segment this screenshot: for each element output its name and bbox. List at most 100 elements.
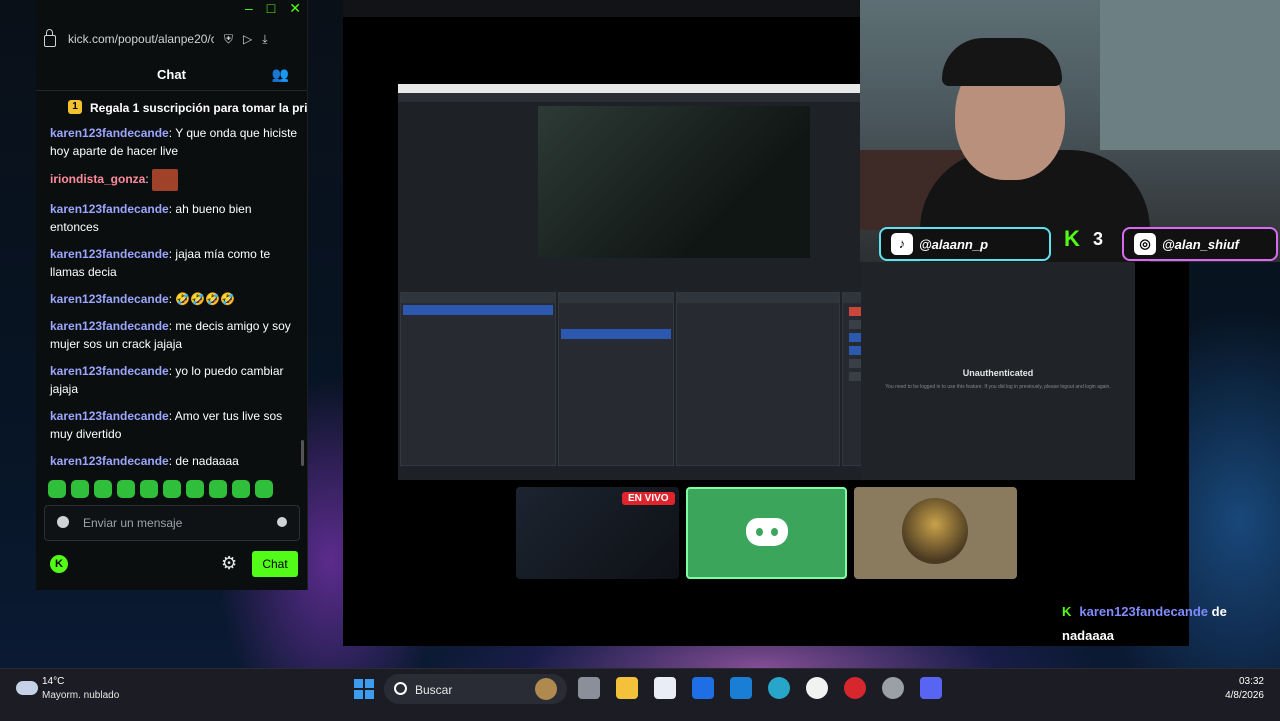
username[interactable]: karen123fandecande (50, 126, 169, 140)
chat-scrollbar[interactable] (301, 440, 304, 466)
obs-audio-mixer-dock (676, 292, 840, 466)
obs-preview-canvas (538, 106, 810, 258)
live-badge: EN VIVO (622, 492, 675, 505)
url-text[interactable]: kick.com/popout/alanpe20/chat (68, 32, 214, 46)
tiktok-handle: @alaann_p (919, 236, 989, 252)
search-highlight-icon (535, 678, 557, 700)
edge-icon[interactable] (768, 677, 790, 699)
kick-logo-icon: K (1062, 604, 1072, 619)
emote-quick-row (48, 480, 273, 498)
chat-message: karen123fandecande: Amo ver tus live sos… (50, 409, 283, 441)
username[interactable]: karen123fandecande (50, 409, 169, 423)
lock-icon (44, 29, 56, 47)
username[interactable]: karen123fandecande (50, 454, 169, 468)
taskbar: 14°C Mayorm. nublado Buscar 03:32 4/8/20… (0, 668, 1280, 721)
avatar (902, 498, 968, 564)
emote-icon[interactable] (209, 480, 227, 498)
shield-icon[interactable]: ⛨ (224, 32, 233, 47)
username[interactable]: karen123fandecande (50, 319, 169, 333)
clock-date: 4/8/2026 (1225, 690, 1264, 701)
emote-icon[interactable] (232, 480, 250, 498)
opera-icon[interactable] (844, 677, 866, 699)
emote-icon[interactable] (71, 480, 89, 498)
windows-start-icon[interactable] (354, 679, 374, 699)
chrome-icon[interactable] (882, 677, 904, 699)
kick-sub-count: 3 (1093, 229, 1104, 249)
close-button[interactable]: ✕ (289, 0, 301, 18)
task-view-icon[interactable] (578, 677, 600, 699)
emote-icon[interactable] (117, 480, 135, 498)
weather-temp: 14°C (42, 676, 65, 687)
smiley-icon[interactable] (277, 517, 287, 527)
kick-logo-icon[interactable]: K (50, 555, 68, 573)
stream-top-strip (343, 0, 861, 17)
emoji-picker-icon[interactable] (57, 516, 69, 528)
obs-scenes-dock (400, 292, 556, 466)
message-text: de nadaaaa (175, 454, 239, 468)
obs-titlebar (398, 84, 861, 93)
scene-item (403, 305, 553, 315)
emote-icon[interactable] (48, 480, 66, 498)
username[interactable]: karen123fandecande (50, 202, 169, 216)
outlook-icon[interactable] (730, 677, 752, 699)
dock-header (559, 293, 673, 303)
dropbox-icon[interactable] (692, 677, 714, 699)
store-icon[interactable] (654, 677, 676, 699)
minimize-button[interactable]: – (245, 0, 253, 18)
obs-sources-dock (558, 292, 674, 466)
taskbar-search[interactable]: Buscar (384, 674, 567, 704)
emote-icon[interactable] (94, 480, 112, 498)
discord-icon (746, 518, 788, 546)
window-controls: – □ ✕ (245, 0, 301, 18)
emote-icon[interactable] (255, 480, 273, 498)
background-wall (1100, 0, 1280, 150)
search-label: Buscar (415, 683, 453, 697)
instagram-icon: ◎ (1134, 233, 1156, 255)
weather-desc: Mayorm. nublado (42, 690, 120, 701)
message-text: 🤣🤣🤣🤣 (175, 292, 236, 306)
instagram-handle: @alan_shiuf (1162, 236, 1239, 252)
address-bar[interactable]: kick.com/popout/alanpe20/chat ⛨ ▷ ⤓ (36, 26, 307, 52)
chat-input[interactable]: Enviar un mensaje (44, 505, 300, 541)
overlay-username: karen123fandecande (1079, 604, 1209, 619)
emote-icon[interactable] (186, 480, 204, 498)
tiktok-pill: ♪ @alaann_p (879, 227, 1051, 261)
pinned-message[interactable]: 1 Regala 1 suscripción para tomar la pri… (36, 98, 307, 120)
chat-message: karen123fandecande: ah bueno bien entonc… (50, 202, 252, 234)
chat-message: karen123fandecande: yo lo puedo cambiar … (50, 364, 284, 396)
chat-title: Chat (157, 67, 186, 82)
chat-message: iriondista_gonza: (50, 169, 298, 191)
chat-message: karen123fandecande: de nadaaaa (50, 454, 239, 468)
chat-message: karen123fandecande: me decis amigo y soy… (50, 319, 291, 351)
source-item (561, 329, 671, 339)
obs-menubar (398, 93, 861, 102)
clock-time: 03:32 (1238, 676, 1264, 687)
maximize-button[interactable]: □ (267, 0, 275, 18)
username[interactable]: karen123fandecande (50, 247, 169, 261)
chat-popout-window: – □ ✕ kick.com/popout/alanpe20/chat ⛨ ▷ … (36, 0, 308, 590)
file-explorer-icon[interactable] (616, 677, 638, 699)
search-icon (394, 682, 407, 695)
webcam-feed (860, 0, 1280, 262)
system-clock[interactable]: 03:32 4/8/2026 (1225, 675, 1264, 703)
chat-message: karen123fandecande: jajaa mía como te ll… (50, 247, 271, 279)
chat-message: karen123fandecande: Y que onda que hicis… (50, 126, 298, 158)
send-icon[interactable]: ▷ (243, 32, 252, 46)
streamer-cap (942, 38, 1062, 86)
username[interactable]: iriondista_gonza (50, 172, 145, 186)
dock-header (677, 293, 839, 303)
download-icon[interactable]: ⤓ (262, 32, 267, 47)
gear-icon[interactable]: ⚙ (221, 553, 237, 574)
username[interactable]: karen123fandecande (50, 364, 169, 378)
chat-header: Chat 👥 (36, 58, 307, 91)
overlay-chat-message: Kkaren123fandecande de nadaaaa (1062, 600, 1262, 648)
users-icon[interactable]: 👥 (272, 66, 289, 83)
obs-icon[interactable] (806, 677, 828, 699)
discord-taskbar-icon[interactable] (920, 677, 942, 699)
send-chat-button[interactable]: Chat (252, 551, 298, 577)
emote-icon[interactable] (140, 480, 158, 498)
username[interactable]: karen123fandecande (50, 292, 169, 306)
unauthenticated-title: Unauthenticated (962, 368, 1034, 378)
chat-message: karen123fandecande: 🤣🤣🤣🤣 (50, 292, 236, 306)
emote-icon[interactable] (163, 480, 181, 498)
